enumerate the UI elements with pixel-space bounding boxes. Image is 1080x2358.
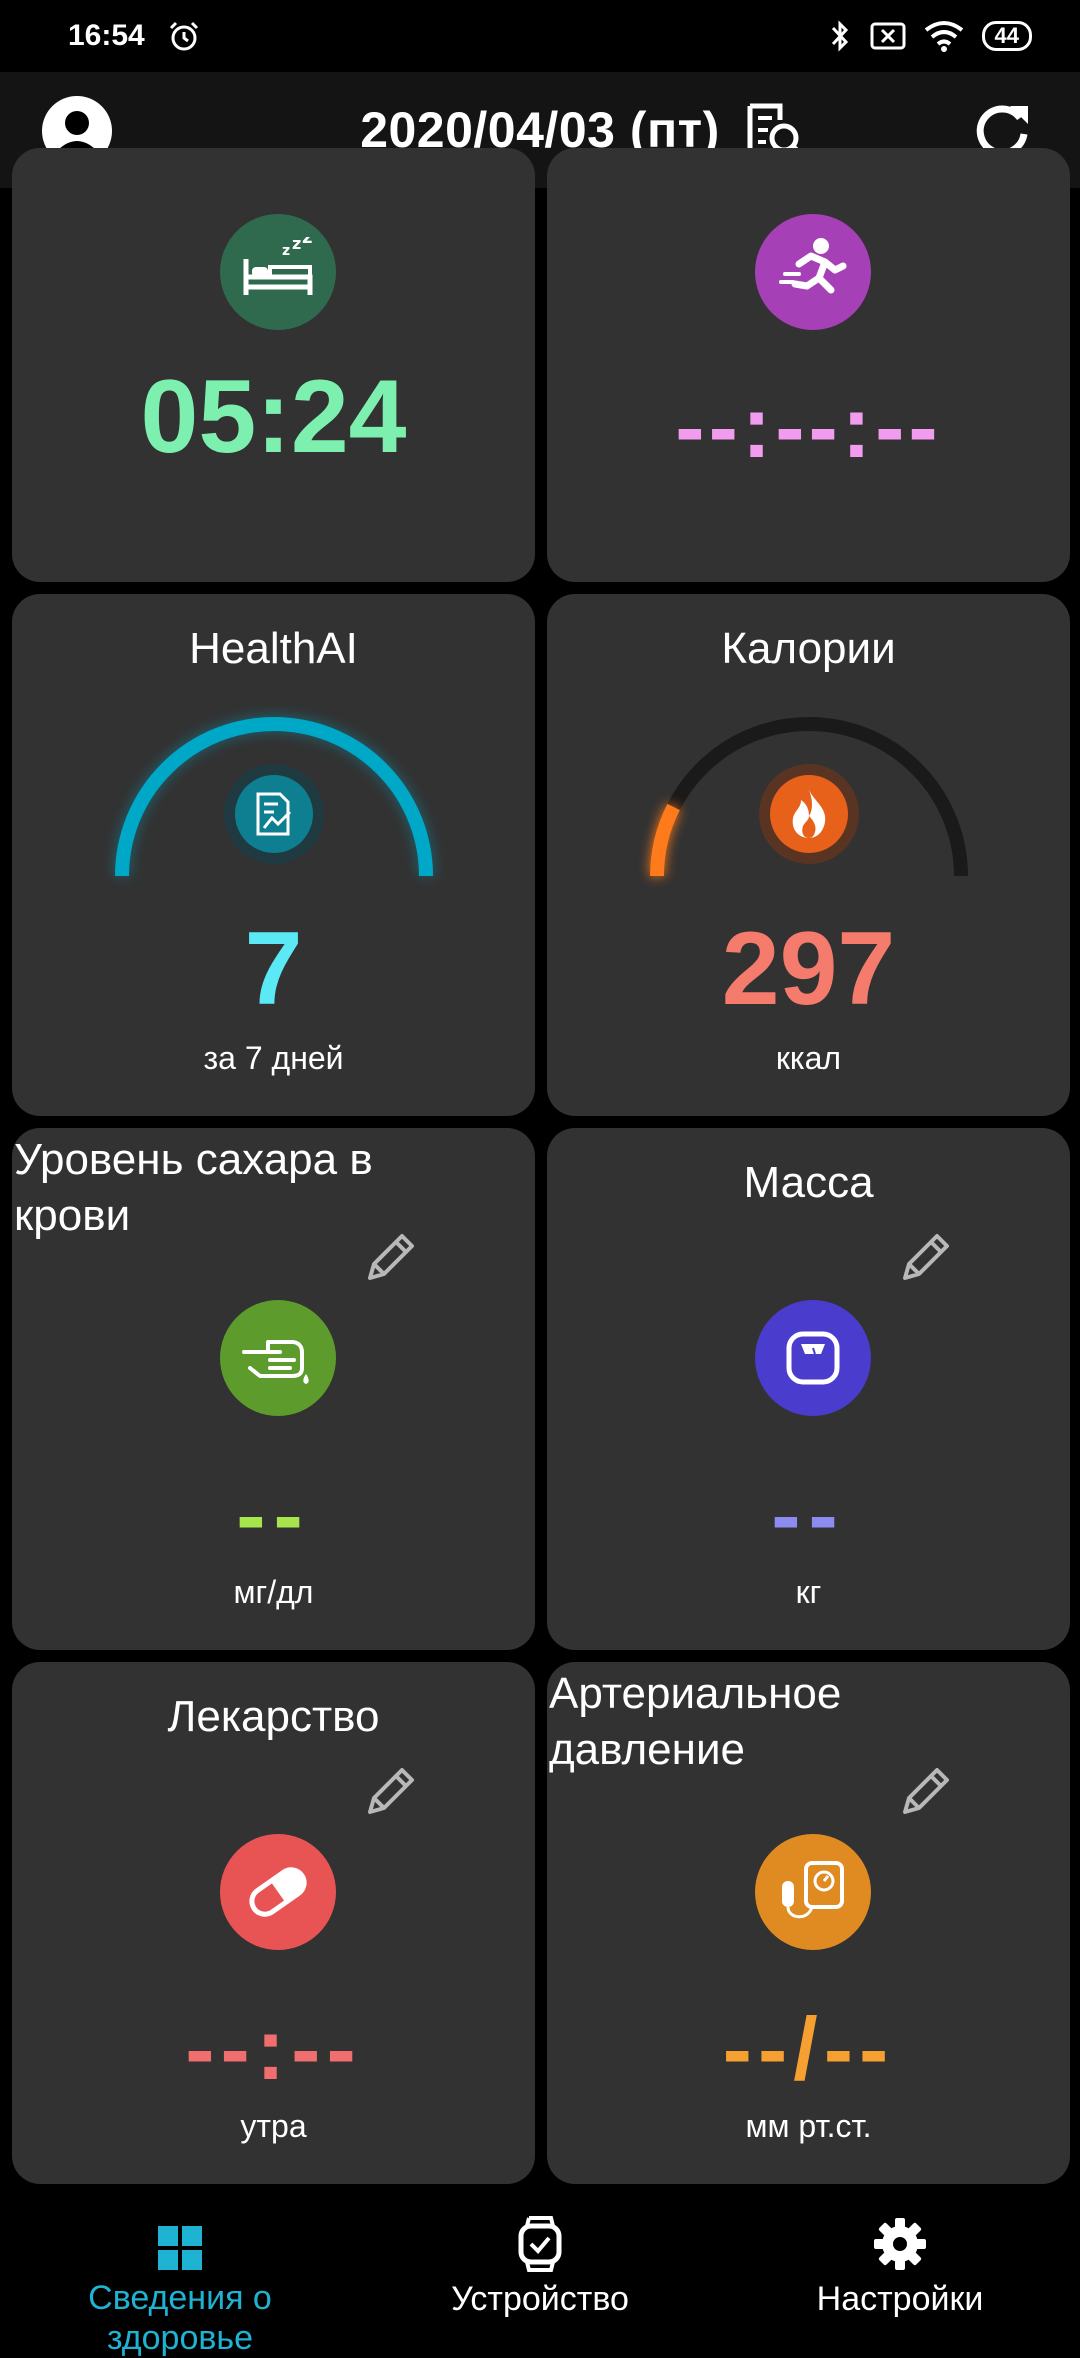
weight-title: Масса [743,1158,874,1207]
status-time: 16:54 [68,19,145,52]
nav-health-info[interactable]: Сведения о здоровье [60,2224,300,2358]
status-bar: 16:54 44 [0,0,1080,72]
activity-card[interactable]: --:--:-- [547,148,1070,582]
calories-unit: ккал [775,1040,842,1076]
bottom-nav: Сведения о здоровье Устройство Настройки [0,2200,1080,2357]
sim-none-icon [870,22,906,50]
battery-icon: 44 [981,21,1032,51]
pill-icon [220,1834,336,1950]
weight-card[interactable]: Масса -- кг [547,1128,1070,1650]
calories-value: 297 [721,911,896,1027]
blood-pressure-title: Артериальное давление [549,1669,842,1774]
nav-device[interactable]: Устройство [420,2214,660,2319]
nav-label: Устройство [451,2280,629,2318]
blood-pressure-icon [755,1834,871,1950]
bluetooth-icon [831,20,848,52]
healthai-card[interactable]: HealthAI 7 за 7 дней [12,594,535,1116]
medicine-unit: утра [240,2108,307,2144]
scale-icon [755,1300,871,1416]
svg-text:z: z [282,243,290,259]
weight-unit: кг [795,1574,822,1610]
grid-icon [158,2226,202,2270]
pencil-icon[interactable] [360,1762,420,1822]
medicine-value: --:-- [185,1999,362,2098]
bed-icon: z z z [220,214,336,330]
nav-label: Сведения о здоровье [88,2279,272,2357]
activity-value: --:--:-- [675,377,942,476]
finger-drop-icon [220,1300,336,1416]
svg-text:z: z [292,237,301,253]
report-chart-icon [224,764,324,864]
alarm-icon [169,21,198,51]
pencil-icon[interactable] [895,1762,955,1822]
nav-settings[interactable]: Настройки [780,2214,1020,2319]
flame-icon [759,764,859,864]
calories-card[interactable]: Калории 297 ккал [547,594,1070,1116]
pencil-icon[interactable] [360,1228,420,1288]
glucose-value: -- [236,1465,311,1564]
medicine-title: Лекарство [167,1692,380,1741]
blood-pressure-value: --/-- [722,1999,895,2098]
glucose-card[interactable]: Уровень сахара в крови -- мг/дл [12,1128,535,1650]
blood-pressure-card[interactable]: Артериальное давление --/-- мм рт.ст. [547,1662,1070,2184]
pencil-icon[interactable] [895,1228,955,1288]
weight-value: -- [771,1465,846,1564]
watch-icon [518,2216,562,2272]
sleep-card[interactable]: z z z 05:24 [12,148,535,582]
running-icon [755,214,871,330]
svg-text:z: z [302,237,312,248]
sleep-value: 05:24 [140,359,407,475]
nav-label: Настройки [816,2280,984,2318]
healthai-unit: за 7 дней [203,1040,344,1076]
wifi-icon [924,21,963,52]
calories-title: Калории [721,624,896,673]
healthai-value: 7 [244,911,303,1027]
glucose-unit: мг/дл [233,1574,314,1610]
medicine-card[interactable]: Лекарство --:-- утра [12,1662,535,2184]
healthai-title: HealthAI [189,624,358,673]
blood-pressure-unit: мм рт.ст. [745,2108,872,2144]
gear-icon [874,2218,926,2270]
